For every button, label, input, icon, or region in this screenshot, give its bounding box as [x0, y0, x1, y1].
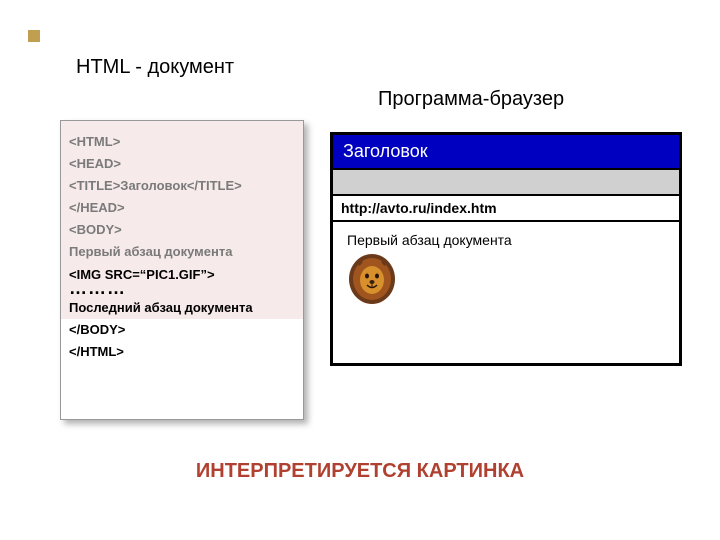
code-text: Заголовок [120, 178, 187, 193]
code-line: Первый абзац документа [69, 241, 295, 263]
code-line: <HTML> [69, 131, 295, 153]
browser-body-text: Первый абзац документа [347, 232, 665, 248]
browser-toolbar [333, 168, 679, 196]
code-panel: <HTML> <HEAD> <TITLE>Заголовок</TITLE> <… [60, 120, 304, 420]
code-tag: <TITLE> [69, 178, 120, 193]
browser-url-bar: http://avto.ru/index.htm [333, 196, 679, 222]
code-line: </BODY> [69, 319, 295, 341]
browser-window: Заголовок http://avto.ru/index.htm Первы… [330, 132, 682, 366]
code-line: Последний абзац документа [69, 297, 295, 319]
code-tag: </TITLE> [187, 178, 242, 193]
code-lines: <HTML> <HEAD> <TITLE>Заголовок</TITLE> <… [69, 131, 295, 363]
accent-square [28, 30, 40, 42]
code-line: </HTML> [69, 341, 295, 363]
bottom-caption: ИНТЕРПРЕТИРУЕТСЯ КАРТИНКА [0, 460, 720, 483]
code-line: <HEAD> [69, 153, 295, 175]
browser-title-bar: Заголовок [333, 135, 679, 168]
code-line: <TITLE>Заголовок</TITLE> [69, 175, 295, 197]
code-line: <BODY> [69, 219, 295, 241]
label-html-document: HTML - документ [76, 56, 234, 79]
lion-image-icon [347, 252, 397, 306]
code-line: </HEAD> [69, 197, 295, 219]
label-browser-program: Программа-браузер [378, 88, 564, 111]
browser-body: Первый абзац документа [333, 222, 679, 316]
